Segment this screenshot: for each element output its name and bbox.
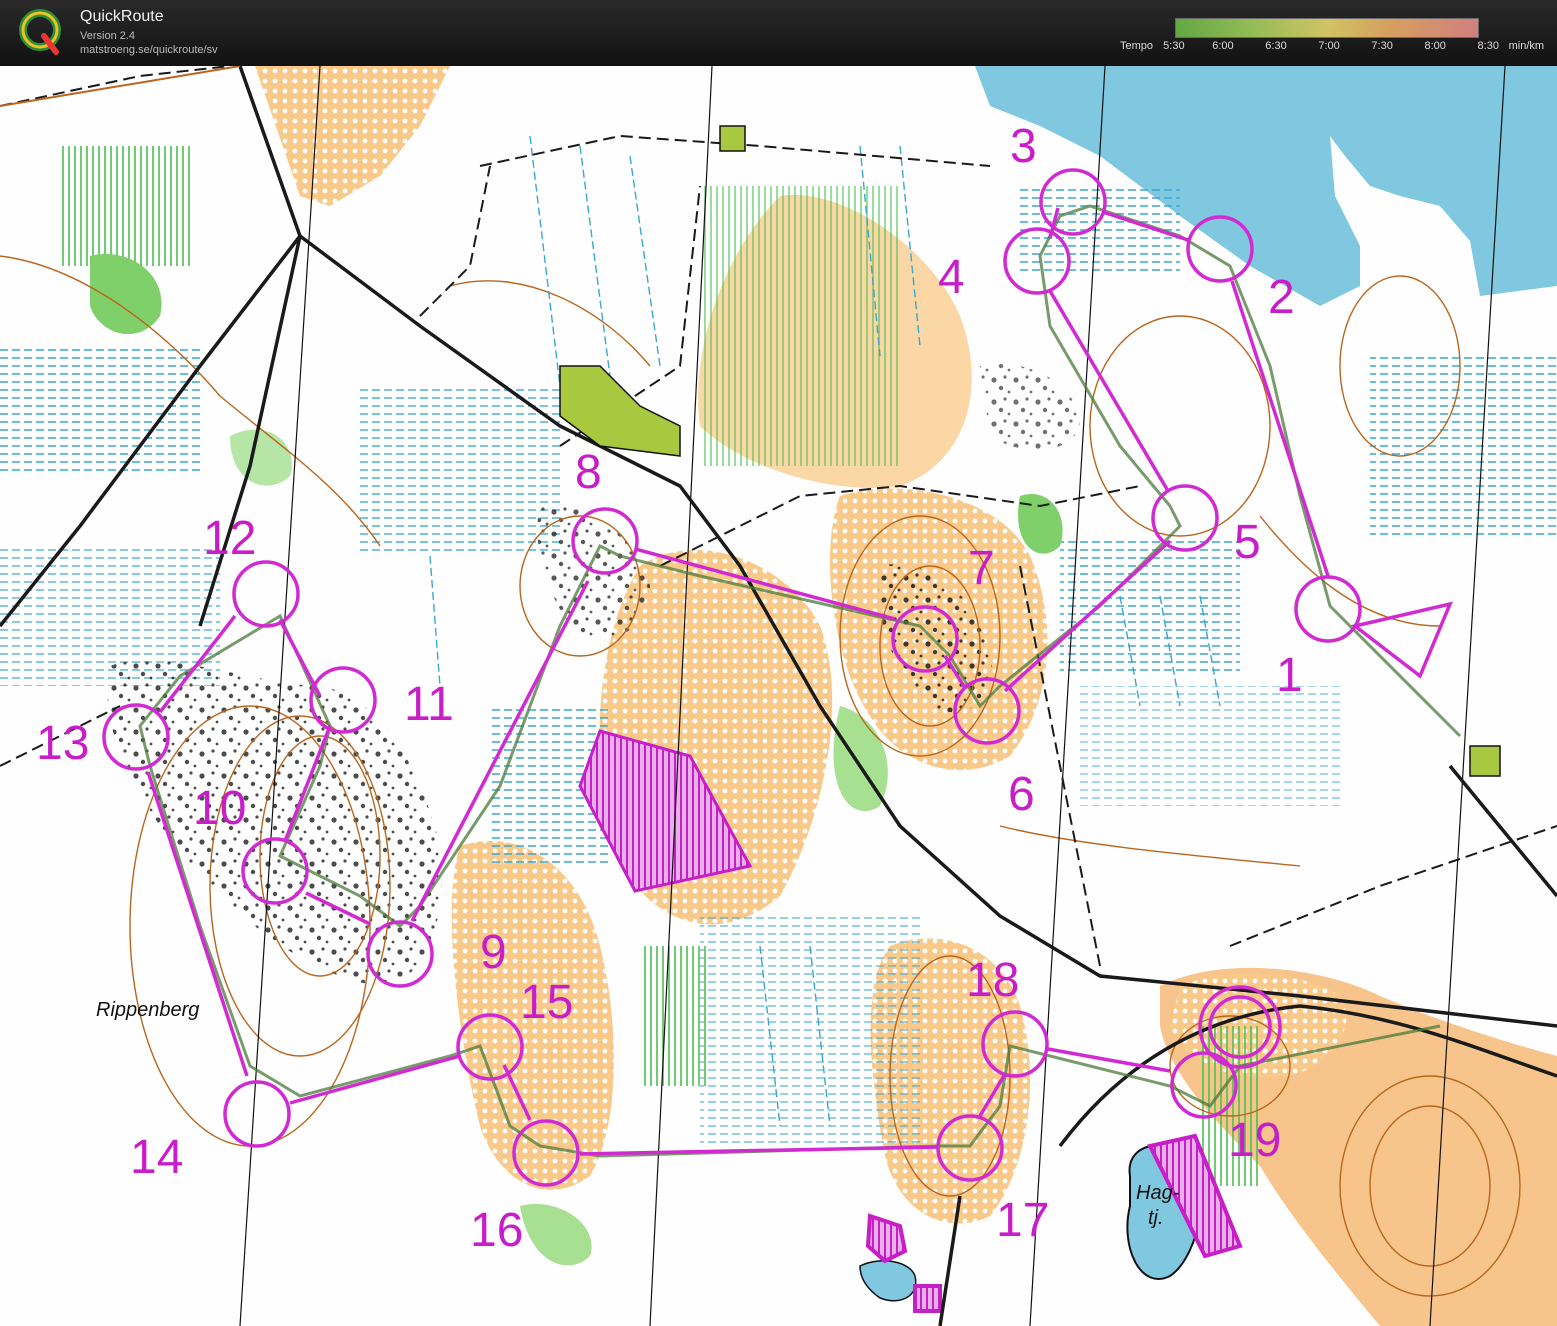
tempo-tick: 7:00 bbox=[1318, 40, 1340, 52]
map-canvas[interactable]: 1 2 3 4 5 6 7 8 9 10 11 12 13 14 15 16 1… bbox=[0, 66, 1557, 1326]
control-number-9: 9 bbox=[480, 926, 507, 979]
tempo-scale-labels: Tempo 5:30 6:00 6:30 7:00 7:30 8:00 8:30… bbox=[1120, 40, 1544, 52]
control-number-12: 12 bbox=[203, 512, 256, 565]
place-name-hagtj-line1: Hag- bbox=[1136, 1182, 1180, 1204]
tempo-unit: min/km bbox=[1508, 40, 1545, 52]
orienteering-map[interactable]: 1 2 3 4 5 6 7 8 9 10 11 12 13 14 15 16 1… bbox=[0, 66, 1557, 1326]
control-number-17: 17 bbox=[996, 1194, 1049, 1247]
app-title: QuickRoute bbox=[80, 8, 164, 25]
tempo-color-scale bbox=[1175, 18, 1479, 38]
control-number-3: 3 bbox=[1010, 120, 1037, 173]
control-number-15: 15 bbox=[520, 976, 573, 1029]
control-number-13: 13 bbox=[36, 717, 89, 770]
control-number-14: 14 bbox=[130, 1131, 183, 1184]
control-number-8: 8 bbox=[575, 446, 602, 499]
open-land bbox=[255, 66, 450, 206]
control-number-18: 18 bbox=[966, 954, 1019, 1007]
tempo-label: Tempo bbox=[1120, 40, 1154, 52]
control-number-5: 5 bbox=[1234, 516, 1261, 569]
place-name-hagtj-line2: tj. bbox=[1148, 1207, 1164, 1229]
tempo-tick: 6:00 bbox=[1212, 40, 1234, 52]
app-header: QuickRoute Version 2.4 matstroeng.se/qui… bbox=[0, 0, 1557, 66]
control-number-7: 7 bbox=[968, 542, 995, 595]
app-url: matstroeng.se/quickroute/sv bbox=[80, 44, 218, 56]
control-number-16: 16 bbox=[470, 1204, 523, 1257]
place-name-rippenberg: Rippenberg bbox=[96, 999, 199, 1021]
control-number-4: 4 bbox=[938, 251, 965, 304]
control-number-11: 11 bbox=[404, 678, 454, 731]
control-number-10: 10 bbox=[193, 782, 246, 835]
tempo-tick: 6:30 bbox=[1265, 40, 1287, 52]
start-triangle bbox=[1350, 601, 1453, 679]
app-version: Version 2.4 bbox=[80, 30, 136, 42]
quickroute-logo-icon bbox=[19, 9, 61, 55]
control-number-2: 2 bbox=[1268, 271, 1295, 324]
tempo-tick: 5:30 bbox=[1163, 40, 1185, 52]
control-number-6: 6 bbox=[1008, 768, 1035, 821]
tempo-tick: 8:30 bbox=[1477, 40, 1499, 52]
control-number-19: 19 bbox=[1228, 1114, 1281, 1167]
control-number-1: 1 bbox=[1276, 649, 1303, 702]
tempo-tick: 8:00 bbox=[1424, 40, 1446, 52]
tempo-tick: 7:30 bbox=[1371, 40, 1393, 52]
